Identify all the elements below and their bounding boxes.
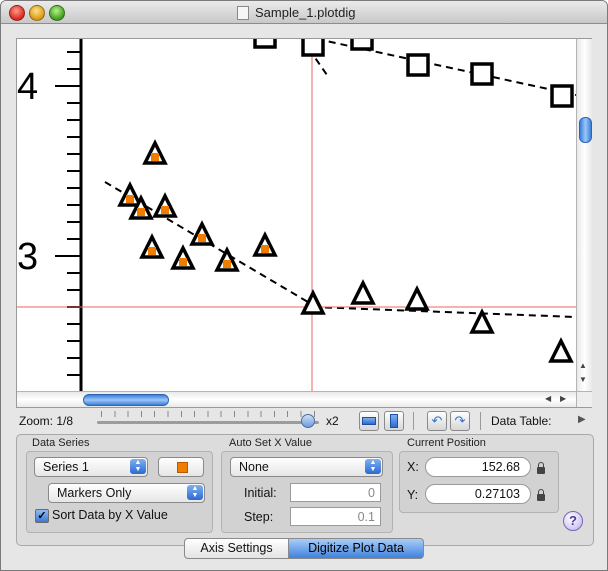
x-lock-icon[interactable] (537, 462, 545, 474)
tab-axis-settings[interactable]: Axis Settings (184, 538, 289, 559)
toolbar-separator (413, 412, 414, 430)
x-label: X: (407, 460, 419, 474)
zoom-label: Zoom: 1/8 (19, 414, 74, 428)
minimize-window-button[interactable] (29, 5, 45, 21)
y-lock-icon[interactable] (537, 489, 545, 501)
y-tick-label-4: 4 (17, 66, 38, 108)
step-label: Step: (244, 510, 274, 524)
plot-canvas-frame: 4 3 ▲ ▼ ◀ ▶ (16, 38, 592, 408)
sort-data-checkbox[interactable]: ✓ (35, 509, 49, 523)
marker-color-swatch (177, 462, 188, 473)
rotate-left-button[interactable]: ↶ (427, 411, 447, 431)
rotate-right-icon: ↷ (454, 413, 466, 428)
square-marker (350, 39, 374, 51)
current-position-group-label: Current Position (407, 437, 486, 449)
digitized-point (151, 153, 159, 161)
square-markers (253, 39, 574, 108)
marker-color-button[interactable] (158, 457, 204, 477)
zoom-window-button[interactable] (49, 5, 65, 21)
data-table-disclosure-icon[interactable]: ▶ (578, 414, 586, 425)
digitized-point (161, 206, 169, 214)
digitized-point (179, 258, 187, 266)
document-proxy-icon[interactable] (237, 6, 249, 20)
vertical-scrollbar[interactable]: ▲ ▼ (576, 39, 592, 391)
data-table-label: Data Table: (491, 414, 552, 428)
triangle-markers (117, 139, 574, 363)
rotate-left-icon: ↶ (431, 413, 443, 428)
square-marker (470, 62, 494, 86)
digitized-point (148, 247, 156, 255)
triangle-marker (469, 308, 495, 334)
auto-set-x-group-label: Auto Set X Value (229, 437, 312, 449)
popup-arrows-icon: ▲ ▼ (130, 459, 146, 474)
y-position-field[interactable]: 0.27103 (425, 484, 531, 504)
app-window: Sample_1.plotdig 4 3 ▲ ▼ ◀ ▶ Zoom: 1/8 x… (0, 0, 608, 571)
plot-image: 4 3 (17, 39, 576, 391)
initial-field[interactable]: 0 (290, 483, 381, 502)
zoom-slider-knob[interactable] (301, 414, 315, 428)
popup-arrows-icon: ▲ ▼ (365, 459, 381, 474)
scroll-right-arrow-icon[interactable]: ▶ (560, 394, 566, 403)
y-tick-label-3: 3 (17, 236, 38, 278)
scroll-up-arrow-icon[interactable]: ▲ (579, 361, 587, 370)
square-marker (301, 39, 325, 57)
help-button[interactable]: ? (563, 511, 583, 531)
triangle-marker (404, 285, 430, 311)
zoom-toolbar: Zoom: 1/8 x2 ↶ ↷ Data Table: ▶ (1, 409, 607, 433)
toolbar-separator (480, 412, 481, 430)
square-marker (406, 53, 430, 77)
x-position-field[interactable]: 152.68 (425, 457, 531, 477)
digitized-point (261, 245, 269, 253)
y-axis-ticks (55, 51, 81, 376)
tab-digitize-plot-data[interactable]: Digitize Plot Data (288, 538, 424, 559)
window-title: Sample_1.plotdig (255, 5, 356, 20)
display-style-select[interactable]: Markers Only ▲ ▼ (48, 483, 205, 503)
horizontal-scrollbar[interactable]: ◀ ▶ (17, 391, 576, 407)
step-field[interactable]: 0.1 (290, 507, 381, 526)
fit-height-button[interactable] (384, 411, 404, 431)
popup-arrows-icon: ▲ ▼ (187, 485, 203, 500)
scroll-corner (576, 391, 592, 407)
title-bar: Sample_1.plotdig (1, 1, 607, 24)
vertical-scroll-thumb[interactable] (579, 117, 592, 143)
digitized-point (223, 260, 231, 268)
zoom-max-label: x2 (326, 414, 339, 428)
digitized-point (126, 195, 134, 203)
digitized-point (198, 234, 206, 242)
triangle-marker (350, 279, 376, 305)
auto-set-x-mode-select[interactable]: None ▲ ▼ (230, 457, 383, 477)
fit-width-icon (362, 417, 376, 425)
sort-data-label[interactable]: Sort Data by X Value (52, 508, 168, 522)
horizontal-scroll-thumb[interactable] (83, 394, 169, 406)
triangle-marker (548, 337, 574, 363)
digitized-point (137, 208, 145, 216)
series-select-value: Series 1 (43, 460, 89, 474)
zoom-slider[interactable] (97, 421, 319, 424)
square-marker (550, 84, 574, 108)
fit-width-button[interactable] (359, 411, 379, 431)
plot-image-area[interactable]: 4 3 (17, 39, 576, 391)
data-series-group-label: Data Series (32, 437, 90, 449)
initial-label: Initial: (244, 486, 277, 500)
fit-height-icon (390, 414, 398, 428)
zoom-slider-ticks (101, 411, 315, 417)
series-select[interactable]: Series 1 ▲ ▼ (34, 457, 148, 477)
auto-set-x-mode-value: None (239, 460, 269, 474)
close-window-button[interactable] (9, 5, 25, 21)
y-label: Y: (407, 488, 419, 502)
display-style-value: Markers Only (57, 486, 132, 500)
rotate-right-button[interactable]: ↷ (450, 411, 470, 431)
triangle-marker (300, 289, 326, 315)
fit-lines (104, 39, 576, 318)
scroll-left-arrow-icon[interactable]: ◀ (545, 394, 551, 403)
scroll-down-arrow-icon[interactable]: ▼ (579, 375, 587, 384)
